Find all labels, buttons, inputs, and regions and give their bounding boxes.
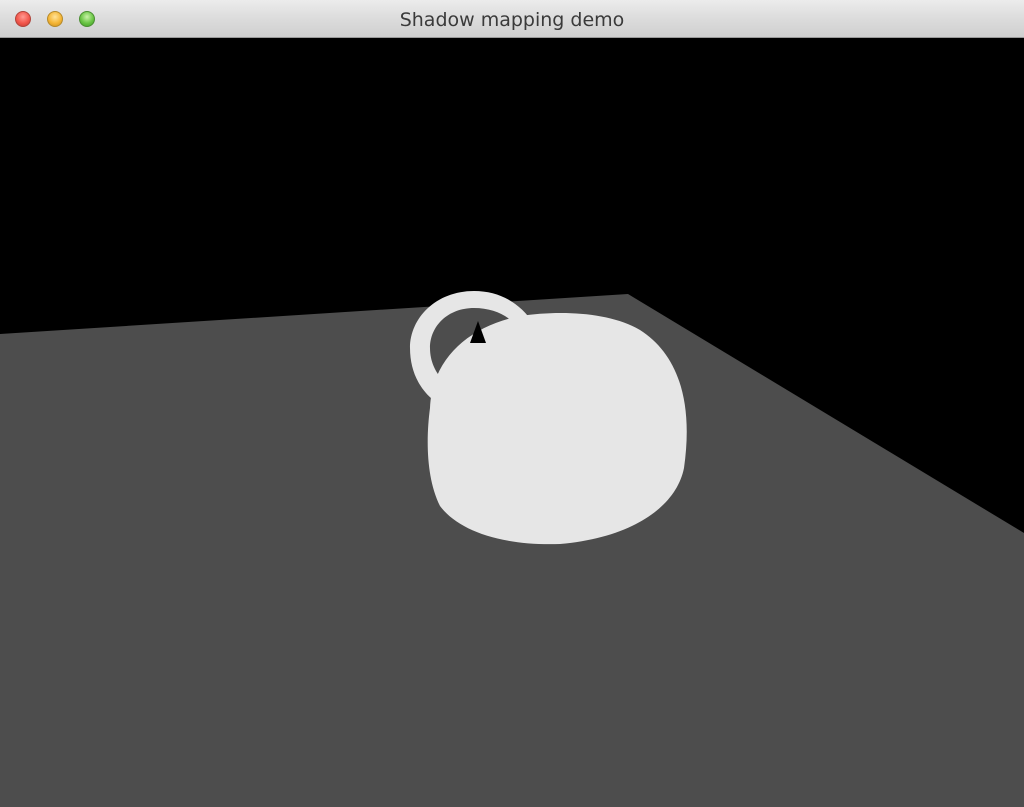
teapot-body (427, 312, 687, 545)
title-bar[interactable]: Shadow mapping demo (0, 0, 1024, 38)
scene-canvas (0, 38, 1024, 807)
window-title: Shadow mapping demo (399, 9, 625, 31)
render-viewport[interactable] (0, 38, 1024, 807)
app-window: Shadow mapping demo (0, 0, 1024, 807)
